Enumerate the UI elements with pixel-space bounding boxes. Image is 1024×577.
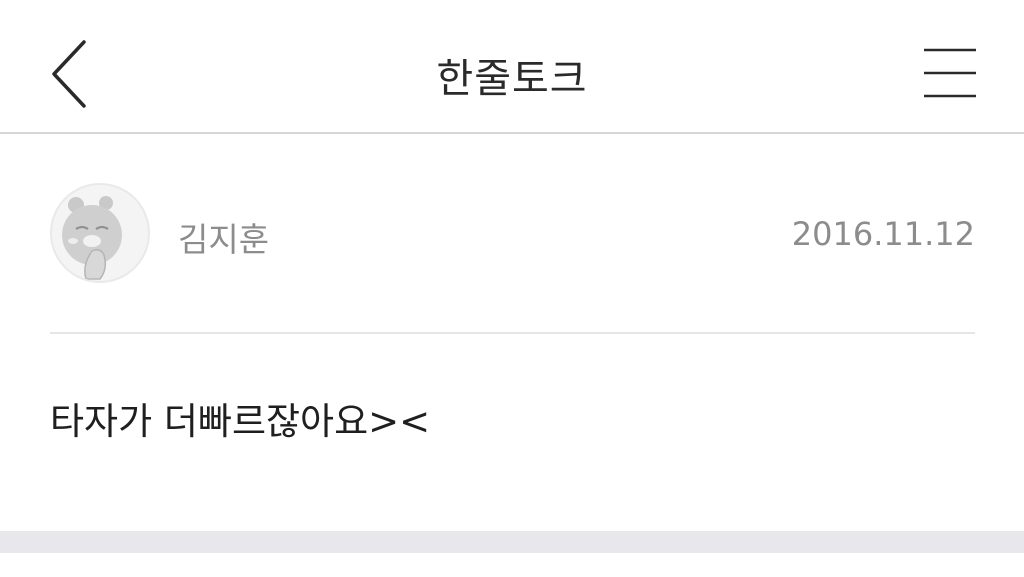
author-name[interactable]: 김지훈 [178, 213, 269, 261]
hamburger-menu-icon [924, 48, 976, 98]
post-date: 2016.11.12 [791, 215, 975, 253]
app-window: 한줄토크 김지훈 2016.11.12 타자가 더빠르잖아요>< [0, 0, 1024, 577]
section-separator [0, 531, 1024, 553]
page-title: 한줄토크 [436, 56, 588, 102]
avatar[interactable] [50, 183, 150, 283]
divider [50, 332, 975, 334]
top-navigation-bar: 한줄토크 [0, 0, 1024, 134]
character-avatar-icon [62, 196, 122, 280]
post-meta-row: 김지훈 2016.11.12 [50, 183, 975, 285]
post-content: 타자가 더빠르잖아요>< [50, 400, 431, 443]
menu-button[interactable] [920, 46, 980, 102]
